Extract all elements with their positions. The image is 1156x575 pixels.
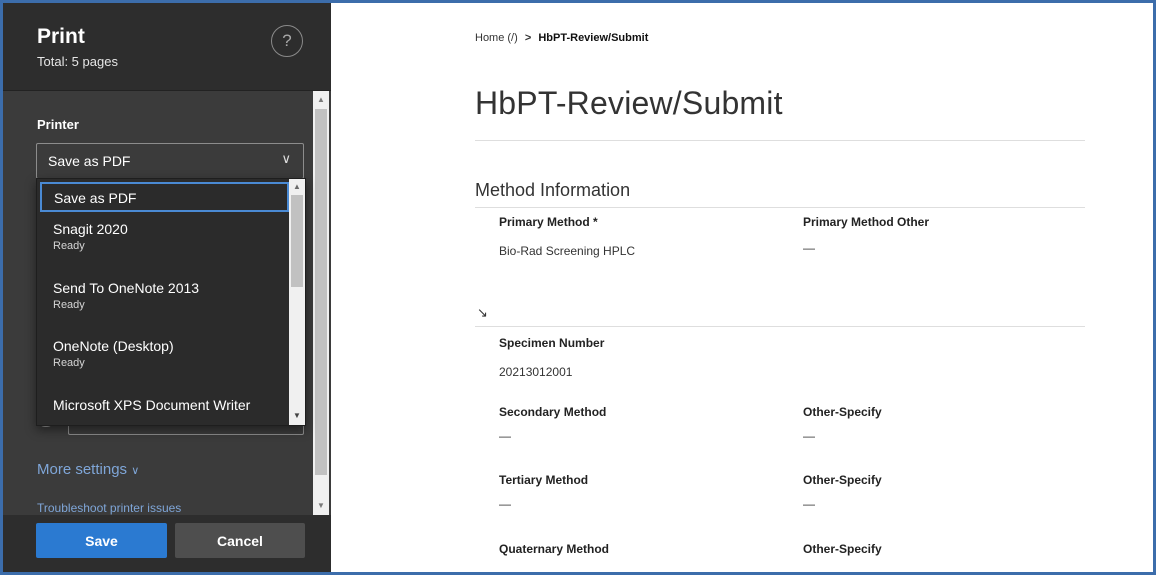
printer-option-name: OneNote (Desktop)	[53, 338, 174, 354]
printer-option-onenote-desktop[interactable]: OneNote (Desktop) Ready	[37, 338, 287, 369]
printer-option-name: Save as PDF	[54, 190, 137, 206]
tertiary-method-value: —	[499, 497, 511, 511]
chevron-down-icon: ∨	[281, 151, 291, 166]
breadcrumb-separator: >	[524, 32, 532, 44]
help-button[interactable]: ?	[271, 25, 303, 57]
print-panel-footer: Save Cancel	[3, 515, 331, 572]
cancel-button[interactable]: Cancel	[175, 523, 305, 558]
print-title: Print	[37, 25, 85, 48]
resize-arrow-icon: ↘	[477, 305, 488, 320]
printer-option-name: Snagit 2020	[53, 221, 128, 237]
dropdown-scrollbar-thumb[interactable]	[291, 195, 303, 287]
scroll-down-icon[interactable]: ▼	[289, 407, 305, 425]
secondary-other-value: —	[803, 429, 815, 443]
printer-option-snagit[interactable]: Snagit 2020 Ready	[37, 221, 287, 252]
scroll-up-icon[interactable]: ▲	[313, 91, 329, 109]
printer-option-send-to-onenote[interactable]: Send To OneNote 2013 Ready	[37, 280, 287, 311]
divider	[475, 326, 1085, 327]
print-panel-header: Print Total: 5 pages ?	[3, 3, 331, 91]
page-title: HbPT-Review/Submit	[475, 85, 783, 121]
specimen-number-label: Specimen Number	[499, 336, 605, 350]
divider	[475, 207, 1085, 208]
total-pages-text: Total: 5 pages	[37, 54, 118, 69]
printer-option-status: Ready	[53, 240, 85, 252]
print-preview-page: Home (/) > HbPT-Review/Submit HbPT-Revie…	[331, 3, 1153, 572]
scroll-down-icon[interactable]: ▼	[313, 497, 329, 515]
section-title: Method Information	[475, 180, 631, 200]
save-button[interactable]: Save	[36, 523, 167, 558]
dropdown-scrollbar[interactable]: ▲ ▼	[289, 179, 305, 425]
secondary-other-label: Other-Specify	[803, 405, 882, 419]
chevron-down-icon: ∨	[131, 465, 140, 477]
printer-option-save-as-pdf[interactable]: Save as PDF	[40, 182, 289, 212]
printer-select-value: Save as PDF	[48, 153, 131, 169]
specimen-number-value: 20213012001	[499, 365, 573, 379]
tertiary-other-label: Other-Specify	[803, 473, 882, 487]
primary-method-value: Bio-Rad Screening HPLC	[499, 244, 636, 258]
printer-option-xps-writer[interactable]: Microsoft XPS Document Writer	[37, 397, 287, 413]
breadcrumb-current: HbPT-Review/Submit	[538, 32, 649, 44]
secondary-method-label: Secondary Method	[499, 405, 607, 419]
help-icon: ?	[282, 31, 292, 50]
printer-option-name: Send To OneNote 2013	[53, 280, 200, 296]
tertiary-method-label: Tertiary Method	[499, 473, 589, 487]
printer-option-status: Ready	[53, 299, 85, 311]
breadcrumb-home: Home (/)	[475, 32, 518, 44]
printer-option-name: Microsoft XPS Document Writer	[53, 397, 251, 413]
divider	[475, 140, 1085, 141]
printer-label: Printer	[37, 117, 79, 132]
more-settings-label: More settings	[37, 461, 128, 478]
print-panel: Print Total: 5 pages ? Printer Save as P…	[3, 3, 331, 572]
printer-dropdown-list: Save as PDF Snagit 2020 Ready Send To On…	[36, 178, 306, 426]
troubleshoot-link[interactable]: Troubleshoot printer issues	[37, 501, 181, 515]
quaternary-other-label: Other-Specify	[803, 542, 882, 556]
quaternary-method-label: Quaternary Method	[499, 542, 610, 556]
tertiary-other-value: —	[803, 497, 815, 511]
breadcrumb: Home (/) > HbPT-Review/Submit	[475, 32, 648, 44]
secondary-method-value: —	[499, 429, 511, 443]
more-settings-link[interactable]: More settings ∨	[37, 461, 139, 478]
panel-scrollbar[interactable]: ▲ ▼	[313, 91, 329, 515]
printer-option-status: Ready	[53, 357, 85, 369]
scroll-up-icon[interactable]: ▲	[289, 179, 305, 195]
primary-method-other-value: —	[803, 241, 815, 255]
scrollbar-thumb[interactable]	[315, 109, 327, 475]
primary-method-label: Primary Method *	[499, 215, 598, 229]
primary-method-other-label: Primary Method Other	[803, 215, 930, 229]
printer-select[interactable]: Save as PDF ∨	[36, 143, 304, 179]
